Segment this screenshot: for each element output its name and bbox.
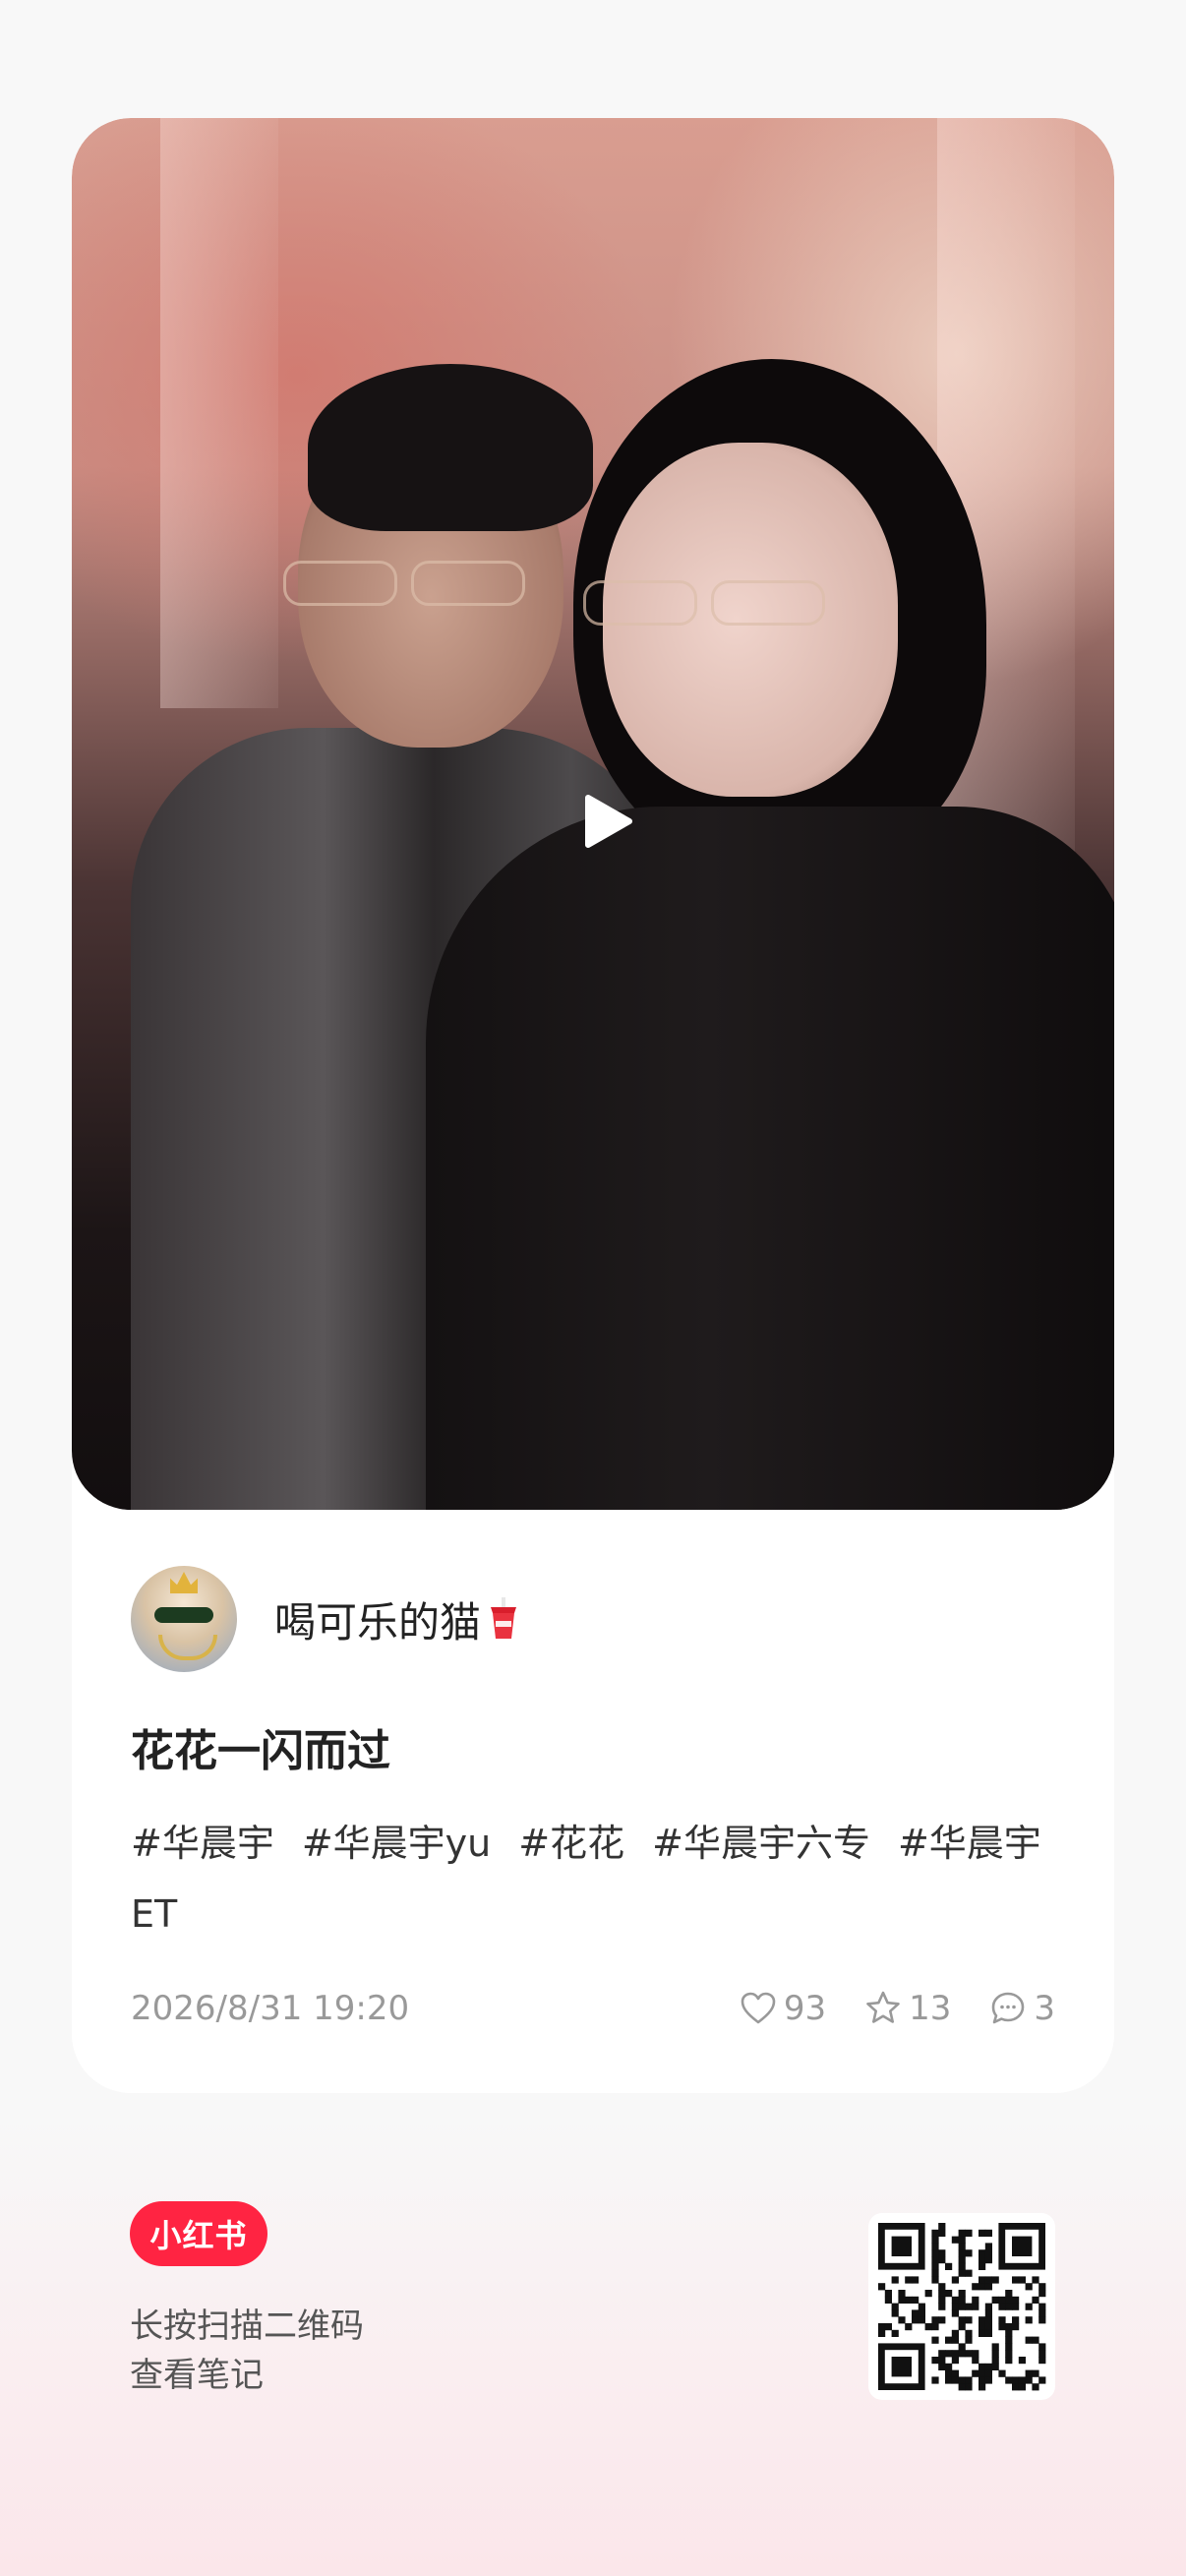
qr-code[interactable] xyxy=(868,2213,1055,2400)
play-icon[interactable] xyxy=(573,787,642,856)
note-card[interactable]: 喝可乐的猫 花花一闪而过 #华晨宇 #华晨宇yu #花花 #华晨宇六专 #华晨宇ET 2… xyxy=(72,118,1114,2093)
glasses xyxy=(711,580,825,626)
person-left-hair xyxy=(308,364,593,531)
scan-hint: 长按扫描二维码 查看笔记 xyxy=(130,2306,364,2395)
avatar[interactable] xyxy=(131,1566,237,1672)
comment-icon xyxy=(992,1992,1025,2024)
glasses xyxy=(583,580,697,626)
post-date: 2026/8/31 19:20 xyxy=(131,1989,410,2028)
author-name[interactable]: 喝可乐的猫 xyxy=(274,1589,520,1649)
note-title: 花花一闪而过 xyxy=(131,1726,390,1776)
meta-row: 2026/8/31 19:20 93 13 3 xyxy=(131,1989,1055,2028)
author-row[interactable]: 喝可乐的猫 xyxy=(131,1564,1055,1674)
video-thumbnail[interactable] xyxy=(72,118,1114,1510)
brand-logo: 小红书 xyxy=(130,2201,267,2266)
glasses xyxy=(411,561,525,606)
hashtag[interactable]: #华晨宇yu xyxy=(302,1822,491,1865)
cup-icon xyxy=(491,1597,517,1639)
glasses xyxy=(283,561,397,606)
hashtag[interactable]: #华晨宇 xyxy=(131,1822,274,1865)
person-right-body xyxy=(426,807,1114,1510)
hashtag-list: #华晨宇 #华晨宇yu #花花 #华晨宇六专 #华晨宇ET xyxy=(131,1808,1055,1949)
hashtag[interactable]: #花花 xyxy=(518,1822,624,1865)
like-stat[interactable]: 93 xyxy=(739,1989,826,2028)
star-icon xyxy=(866,1991,900,2023)
favorite-stat[interactable]: 13 xyxy=(863,1989,951,2028)
note-info: 喝可乐的猫 花花一闪而过 #华晨宇 #华晨宇yu #花花 #华晨宇六专 #华晨宇ET 2… xyxy=(131,1564,1055,2028)
background-pillar xyxy=(160,118,278,708)
hashtag[interactable]: #华晨宇六专 xyxy=(652,1822,870,1865)
heart-icon xyxy=(741,1992,776,2024)
comment-stat[interactable]: 3 xyxy=(988,1989,1055,2028)
